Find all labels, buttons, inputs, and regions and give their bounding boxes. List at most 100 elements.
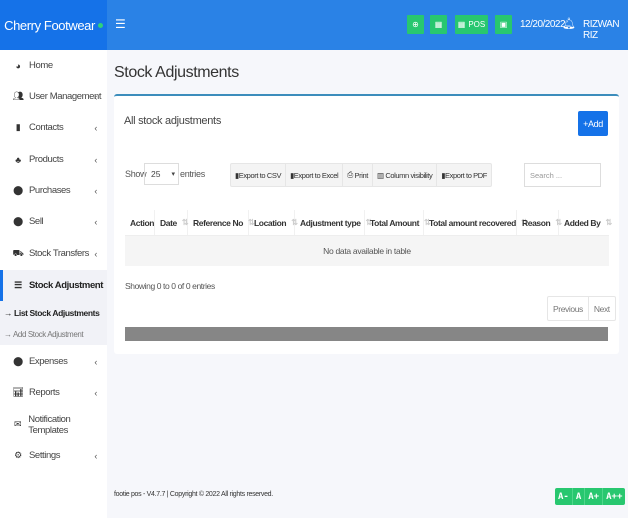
sidebar-item-label: Contacts: [29, 122, 64, 133]
sidebar-item-expenses[interactable]: ⬤ Expenses ‹: [0, 346, 107, 377]
card-title: All stock adjustments: [124, 115, 222, 127]
column-label: Added By: [564, 217, 601, 228]
horizontal-scrollbar[interactable]: [125, 327, 608, 341]
sidebar-item-notification-templates[interactable]: ✉ Notification Templates: [0, 409, 107, 440]
cash-register-button[interactable]: ▣: [495, 15, 512, 34]
pos-button[interactable]: ▦ POS: [455, 15, 488, 34]
sidebar-subitem-add-stock-adjustment[interactable]: → Add Stock Adjustment: [4, 330, 84, 339]
column-label: Action: [130, 217, 155, 228]
export-excel-button[interactable]: ▮ Export to Excel: [286, 164, 344, 186]
entries-label: entries: [180, 169, 205, 179]
hamburger-icon[interactable]: ☰: [115, 17, 126, 31]
entries-value: 25: [151, 169, 161, 179]
bell-icon[interactable]: 🔔︎: [562, 17, 576, 30]
column-header-action: Action: [125, 210, 155, 235]
column-label: Total Amount: [370, 217, 420, 228]
sidebar-item-user-management[interactable]: 👥︎ User Management ‹: [0, 81, 107, 112]
arrow-circle-down-icon: ⬤: [13, 185, 23, 195]
chevron-left-icon: ‹: [94, 356, 97, 367]
sort-icon: ⇅: [605, 218, 612, 227]
font-decrease-button[interactable]: A-: [555, 488, 573, 505]
export-button-group: ▮ Export to CSV ▮ Export to Excel ⎙ Print …: [230, 163, 492, 187]
entries-select[interactable]: 25 ▾: [144, 163, 179, 185]
page-title: Stock Adjustments: [114, 64, 239, 81]
columns-icon: ▥: [376, 170, 384, 180]
previous-button[interactable]: Previous: [548, 297, 589, 320]
column-visibility-button[interactable]: ▥ Column visibility: [373, 164, 438, 186]
sidebar-item-label: Products: [29, 154, 64, 165]
stock-adjustments-table: Action Date ⇅ Reference No ⇅ Location ⇅ Adj…: [125, 210, 612, 266]
chevron-left-icon: ‹: [94, 154, 97, 165]
button-label: Export to CSV: [238, 170, 282, 180]
sidebar-item-sell[interactable]: ⬤ Sell ‹: [0, 206, 107, 237]
user-menu[interactable]: RIZWAN RIZ: [583, 19, 628, 41]
column-header-reason[interactable]: Reason ⇅: [517, 210, 562, 235]
next-button[interactable]: Next: [589, 297, 615, 320]
chevron-left-icon: ‹: [94, 280, 97, 291]
chevron-left-icon: ‹: [94, 185, 97, 196]
sidebar-item-stock-adjustment[interactable]: ☰ Stock Adjustment ‹: [0, 270, 107, 301]
column-header-reference-no[interactable]: Reference No ⇅: [188, 210, 255, 235]
topbar: ☰ ⊕ ▦ ▦ POS ▣ 12/20/2022 🔔︎ RIZWAN RIZ: [107, 0, 628, 50]
sidebar-item-home[interactable]: ◕ Home: [0, 50, 107, 81]
column-header-date[interactable]: Date ⇅: [155, 210, 189, 235]
sidebar-item-label: Reports: [29, 387, 60, 398]
font-increase-button[interactable]: A+: [585, 488, 604, 505]
envelope-icon: ✉: [14, 419, 22, 429]
chevron-down-icon: ▾: [171, 171, 175, 178]
button-label: Column visibility: [385, 170, 433, 180]
column-header-added-by[interactable]: Added By ⇅: [559, 210, 612, 235]
sidebar-item-contacts[interactable]: ▮ Contacts ‹: [0, 112, 107, 143]
sidebar-item-label: Sell: [29, 216, 44, 227]
column-label: Location: [254, 217, 287, 228]
arrow-circle-up-icon: ⬤: [13, 216, 23, 226]
database-icon: ☰: [14, 280, 22, 290]
calculator-button[interactable]: ▦: [430, 15, 447, 34]
table-header: Action Date ⇅ Reference No ⇅ Location ⇅ Adj…: [125, 210, 612, 236]
sidebar-item-label: Home: [29, 60, 53, 71]
grid-icon: ▦: [457, 20, 466, 29]
users-icon: 👥︎: [12, 91, 24, 101]
sidebar-item-settings[interactable]: ⚙ Settings ‹: [0, 440, 107, 471]
sidebar-item-label: Notification Templates: [28, 413, 71, 436]
button-label: Export to Excel: [293, 170, 339, 180]
chevron-left-icon: ‹: [94, 91, 97, 102]
truck-icon: ⛟: [12, 247, 24, 258]
sidebar-item-reports[interactable]: 📊︎ Reports ‹: [0, 377, 107, 408]
sidebar-subitem-list-stock-adjustments[interactable]: → List Stock Adjustments: [4, 308, 100, 318]
sidebar-item-stock-transfers[interactable]: ⛟ Stock Transfers ‹: [0, 238, 107, 269]
search-input[interactable]: Search ...: [524, 163, 601, 187]
brand-logo[interactable]: Cherry Footwear: [0, 0, 107, 50]
font-increase-more-button[interactable]: A++: [603, 488, 625, 505]
stock-adjustment-submenu: → List Stock Adjustments → Add Stock Adj…: [0, 301, 107, 345]
sidebar-item-purchases[interactable]: ⬤ Purchases ‹: [0, 175, 107, 206]
column-header-total-amount[interactable]: Total Amount ⇅: [365, 210, 431, 235]
sidebar-item-products[interactable]: ♣ Products ‹: [0, 144, 107, 175]
cubes-icon: ♣: [15, 154, 21, 165]
chevron-left-icon: ‹: [94, 122, 97, 133]
plus-circle-icon: ⊕: [412, 20, 419, 29]
column-label: Date: [160, 217, 177, 228]
add-quick-button[interactable]: ⊕: [407, 15, 424, 34]
pos-label: POS: [468, 20, 486, 29]
column-header-location[interactable]: Location ⇅: [249, 210, 298, 235]
export-pdf-button[interactable]: ▮ Export to PDF: [437, 164, 491, 186]
add-button[interactable]: +Add: [578, 111, 608, 136]
sidebar-item-label: Expenses: [29, 356, 68, 367]
export-csv-button[interactable]: ▮ Export to CSV: [231, 164, 287, 186]
font-reset-button[interactable]: A: [573, 488, 586, 505]
dashboard-icon: ◕: [15, 60, 21, 71]
brand-name: Cherry Footwear: [4, 17, 95, 33]
column-label: Reason: [522, 217, 551, 228]
sidebar-item-label: User Management: [29, 91, 102, 102]
button-label: Print: [354, 170, 369, 180]
column-header-adjustment-type[interactable]: Adjustment type ⇅: [295, 210, 372, 235]
chevron-left-icon: ‹: [94, 216, 97, 227]
address-book-icon: ▮: [15, 122, 21, 132]
chevron-left-icon: ‹: [94, 248, 97, 259]
chevron-left-icon: ‹: [94, 450, 97, 461]
font-size-buttons: A- A A+ A++: [555, 488, 626, 505]
print-button[interactable]: ⎙ Print: [343, 164, 373, 186]
chevron-left-icon: ‹: [94, 387, 97, 398]
column-header-total-amount-recovered[interactable]: Total amount recovered ⇅: [424, 210, 528, 235]
